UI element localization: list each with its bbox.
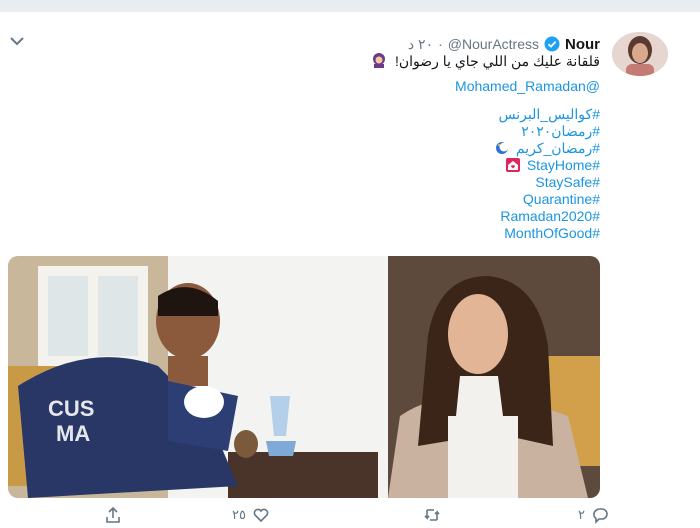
tweet-text-line: قلقانة عليك من اللي جاي يا رضوان! [371, 52, 600, 70]
top-bar [0, 0, 700, 12]
hashtag-line: #StayHome [505, 157, 600, 173]
hashtag-link[interactable]: #رمضان_كريم [516, 140, 600, 156]
hashtag-link[interactable]: #StaySafe [535, 174, 600, 190]
hashtag-link[interactable]: #Ramadan2020 [500, 208, 600, 224]
hashtag-link[interactable]: #StayHome [527, 157, 600, 173]
header-separator: · [438, 36, 443, 52]
reply-icon [593, 508, 608, 524]
hashtag-line: #StaySafe [535, 174, 600, 190]
share-icon [106, 506, 120, 523]
like-count: ٢٥ [232, 507, 246, 522]
tweet-actions: ٢ ٢٥ [0, 502, 700, 528]
author-name[interactable]: Nour [565, 36, 600, 53]
tweet-card[interactable]: ٢٠ د · @NourActress Nour قلقانة عليك من … [0, 12, 700, 525]
tweet-photo-image: CUS MA [8, 256, 600, 498]
hashtag-link[interactable]: #كواليس_البرنس [498, 106, 600, 122]
crescent-moon-emoji-icon [495, 142, 509, 154]
mention-link[interactable]: @Mohamed_Ramadan [455, 78, 600, 94]
tweet-header: ٢٠ د · @NourActress Nour [408, 34, 600, 54]
reply-count: ٢ [578, 507, 585, 522]
share-button[interactable] [104, 506, 122, 524]
svg-text:CUS: CUS [48, 396, 94, 421]
reply-button[interactable]: ٢ [578, 506, 609, 524]
hashtag-link[interactable]: #MonthOfGood [504, 225, 600, 241]
hashtag-line: #رمضان_كريم [495, 140, 600, 157]
tweet-time[interactable]: ٢٠ د [408, 36, 433, 53]
tweet-text: قلقانة عليك من اللي جاي يا رضوان! [394, 53, 600, 69]
mention-line: @Mohamed_Ramadan [455, 78, 600, 94]
hashtag-link[interactable]: #Quarantine [523, 191, 600, 207]
svg-text:MA: MA [56, 421, 90, 446]
woman-emoji-icon [373, 53, 386, 68]
tweet-photo[interactable]: CUS MA [8, 256, 600, 498]
verified-badge-icon [544, 36, 560, 52]
like-button[interactable]: ٢٥ [232, 506, 270, 524]
hashtag-line: #Quarantine [523, 191, 600, 207]
hashtag-link[interactable]: #رمضان٢٠٢٠ [521, 123, 600, 139]
hashtag-line: #رمضان٢٠٢٠ [521, 123, 600, 140]
retweet-button[interactable] [417, 506, 441, 524]
hashtag-line: #كواليس_البرنس [498, 106, 600, 123]
hashtag-line: #Ramadan2020 [500, 208, 600, 224]
chevron-down-icon[interactable] [10, 36, 24, 46]
avatar[interactable] [612, 32, 668, 76]
retweet-icon [424, 509, 440, 521]
author-handle[interactable]: @NourActress [448, 36, 539, 52]
hashtag-line: #MonthOfGood [504, 225, 600, 241]
house-emoji-icon [505, 158, 520, 172]
like-icon [253, 508, 269, 523]
